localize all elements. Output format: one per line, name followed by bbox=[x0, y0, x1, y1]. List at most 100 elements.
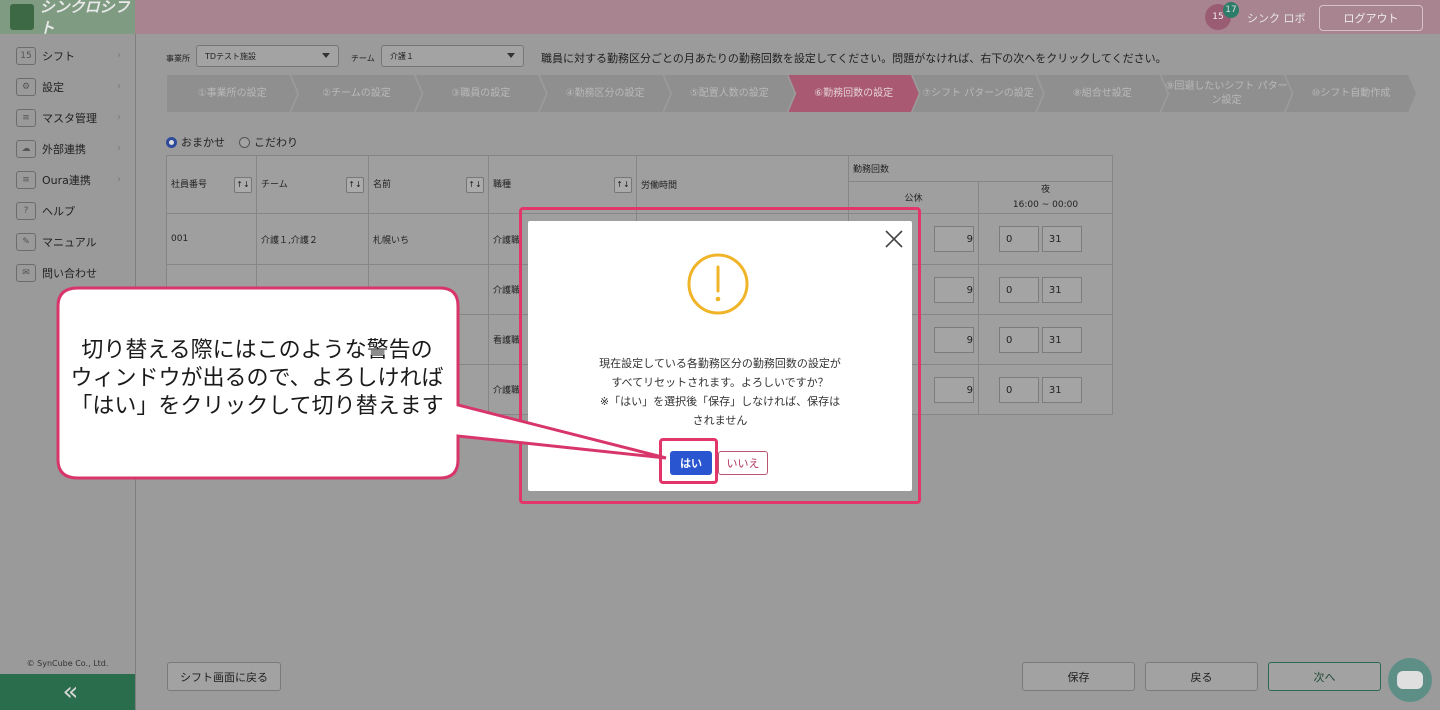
facility-select-value: TDテスト施設 bbox=[205, 51, 257, 61]
sidebar-item-label: 問い合わせ bbox=[42, 266, 97, 280]
robot-face-icon bbox=[1397, 671, 1423, 689]
header-night: 夜 16:00 ~ 00:00 bbox=[978, 181, 1113, 214]
cell-name: 札幌いち bbox=[368, 213, 489, 265]
warning-icon bbox=[687, 253, 749, 315]
day-off-max-input[interactable]: 9 bbox=[934, 376, 974, 403]
mode-radio-auto[interactable]: おまかせ bbox=[166, 134, 225, 150]
cloud-icon: ☁ bbox=[16, 139, 36, 158]
step-4[interactable]: ④勤務区分の設定 bbox=[539, 75, 671, 112]
night-max-input[interactable]: 31 bbox=[1041, 376, 1082, 403]
team-label: チーム bbox=[351, 54, 375, 63]
callout-line: ウィンドウが出るので、よろしければ bbox=[70, 366, 444, 391]
app-logo[interactable]: シンクロシフト bbox=[0, 0, 135, 37]
step-3[interactable]: ③職員の設定 bbox=[415, 75, 546, 112]
sort-icon[interactable]: ↑↓ bbox=[346, 176, 364, 193]
dialog-message: 現在設定している各勤務区分の勤務回数の設定が すべてリセットされます。よろしいで… bbox=[528, 354, 912, 430]
header-label: 職種 bbox=[493, 179, 512, 190]
cell-employee-id bbox=[166, 264, 257, 315]
chevron-right-icon: › bbox=[117, 50, 121, 61]
back-button[interactable]: 戻る bbox=[1145, 662, 1258, 691]
night-max-input[interactable]: 31 bbox=[1041, 276, 1082, 303]
sidebar-item-oura[interactable]: ≡ Oura連携 › bbox=[0, 164, 135, 195]
sidebar-item-shift[interactable]: 15 シフト › bbox=[0, 40, 135, 71]
gear-icon: ⚙ bbox=[16, 77, 36, 96]
sidebar-item-settings[interactable]: ⚙ 設定 › bbox=[0, 71, 135, 102]
night-min-input[interactable]: 0 bbox=[999, 326, 1039, 353]
step-9[interactable]: ⑨回避したいシフト パターン設定 bbox=[1161, 75, 1292, 112]
database-icon: ≡ bbox=[16, 108, 36, 127]
sidebar-item-label: ヘルプ bbox=[42, 204, 75, 218]
sidebar-item-external[interactable]: ☁ 外部連携 › bbox=[0, 133, 135, 164]
header-employee-id[interactable]: 社員番号 ↑↓ bbox=[166, 155, 257, 214]
night-min-input[interactable]: 0 bbox=[999, 276, 1039, 303]
close-icon[interactable] bbox=[884, 229, 904, 249]
step-6-active[interactable]: ⑥勤務回数の設定 bbox=[788, 75, 919, 112]
chevron-down-icon bbox=[507, 53, 515, 58]
header-label: 社員番号 bbox=[171, 179, 208, 190]
back-to-shift-button[interactable]: シフト画面に戻る bbox=[167, 662, 281, 691]
sidebar-item-label: 外部連携 bbox=[42, 142, 86, 156]
mode-radio-group: おまかせ こだわり bbox=[166, 134, 298, 150]
step-8[interactable]: ⑧組合せ設定 bbox=[1037, 75, 1168, 112]
sidebar-nav: 15 シフト › ⚙ 設定 › ≡ マスタ管理 › ☁ 外部連携 › ≡ Oura連携 › ? ヘルプ… bbox=[0, 34, 135, 288]
sort-icon[interactable]: ↑↓ bbox=[614, 176, 632, 193]
team-select[interactable]: 介護１ bbox=[381, 45, 524, 67]
logout-button[interactable]: ログアウト bbox=[1319, 5, 1423, 31]
header-name[interactable]: 名前 ↑↓ bbox=[368, 155, 489, 214]
night-max-input[interactable]: 31 bbox=[1041, 226, 1082, 252]
logo-text: シンクロシフト bbox=[39, 0, 130, 37]
mode-radio-label: おまかせ bbox=[181, 136, 225, 149]
step-1[interactable]: ①事業所の設定 bbox=[167, 75, 298, 112]
help-icon: ? bbox=[16, 201, 36, 220]
sidebar-item-label: マスタ管理 bbox=[42, 111, 97, 125]
mode-radio-label: こだわり bbox=[254, 136, 298, 149]
instruction-text: 職員に対する勤務区分ごとの月あたりの勤務回数を設定してください。問題がなければ、… bbox=[541, 52, 1167, 65]
sidebar-item-manual[interactable]: ✎ マニュアル bbox=[0, 226, 135, 257]
facility-select[interactable]: TDテスト施設 bbox=[196, 45, 339, 67]
sidebar-item-help[interactable]: ? ヘルプ bbox=[0, 195, 135, 226]
sort-icon[interactable]: ↑↓ bbox=[234, 176, 252, 193]
step-10[interactable]: ⑩シフト自動作成 bbox=[1285, 75, 1416, 112]
calendar-icon: 15 bbox=[16, 46, 36, 65]
cell-night: 0 31 bbox=[978, 264, 1113, 315]
cell-night: 0 31 bbox=[978, 314, 1113, 365]
cell-night: 0 31 bbox=[978, 364, 1113, 415]
day-off-max-input[interactable]: 9 bbox=[934, 326, 974, 353]
header-label: チーム bbox=[261, 179, 288, 190]
yes-button[interactable]: はい bbox=[670, 451, 712, 475]
sidebar-item-master[interactable]: ≡ マスタ管理 › bbox=[0, 102, 135, 133]
step-2[interactable]: ②チームの設定 bbox=[291, 75, 422, 112]
day-off-max-input[interactable]: 9 bbox=[934, 226, 974, 252]
header-team[interactable]: チーム ↑↓ bbox=[256, 155, 369, 214]
chatbot-avatar-icon[interactable] bbox=[1388, 658, 1432, 702]
next-button[interactable]: 次へ bbox=[1268, 662, 1381, 691]
chevron-down-icon bbox=[322, 53, 330, 58]
chevron-right-icon: › bbox=[117, 112, 121, 123]
header-label: 名前 bbox=[373, 179, 392, 190]
header-bar: 15 17 シンク ロボ ログアウト bbox=[135, 0, 1440, 34]
sidebar-item-contact[interactable]: ✉ 問い合わせ bbox=[0, 257, 135, 288]
sidebar-item-label: シフト bbox=[42, 49, 75, 63]
user-name: シンク ロボ bbox=[1247, 12, 1306, 25]
night-min-input[interactable]: 0 bbox=[999, 226, 1039, 252]
team-select-value: 介護１ bbox=[390, 51, 414, 61]
header-job[interactable]: 職種 ↑↓ bbox=[488, 155, 637, 214]
step-5[interactable]: ⑤配置人数の設定 bbox=[664, 75, 795, 112]
sort-icon[interactable]: ↑↓ bbox=[466, 176, 484, 193]
chevron-right-icon: › bbox=[117, 81, 121, 92]
callout-line: 切り替える際にはこのような警告の bbox=[81, 338, 433, 363]
save-button[interactable]: 保存 bbox=[1022, 662, 1135, 691]
dialog-message-line: されません bbox=[692, 414, 748, 427]
night-min-input[interactable]: 0 bbox=[999, 376, 1039, 403]
mode-radio-custom[interactable]: こだわり bbox=[239, 134, 298, 150]
no-button[interactable]: いいえ bbox=[718, 451, 768, 475]
callout-text: 切り替える際にはこのような警告の ウィンドウが出るので、よろしければ 「はい」を… bbox=[62, 337, 452, 421]
day-off-max-input[interactable]: 9 bbox=[934, 276, 974, 303]
facility-label: 事業所 bbox=[166, 54, 190, 63]
notification-count-badge: 17 bbox=[1223, 2, 1239, 18]
night-max-input[interactable]: 31 bbox=[1041, 326, 1082, 353]
cell-employee-id: 001 bbox=[166, 213, 257, 265]
cell-night: 0 31 bbox=[978, 213, 1113, 265]
step-7[interactable]: ⑦シフト パターンの設定 bbox=[912, 75, 1044, 112]
sidebar-collapse-button[interactable]: «« bbox=[0, 674, 135, 710]
